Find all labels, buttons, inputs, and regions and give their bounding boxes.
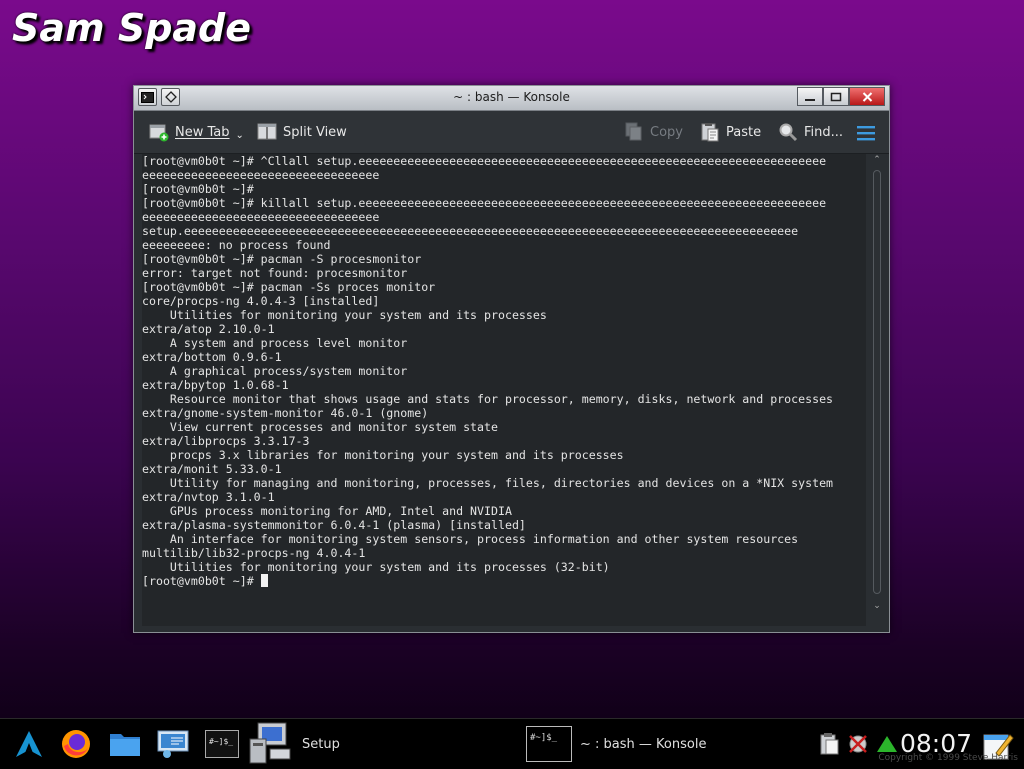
- window-titlebar[interactable]: ~ : bash — Konsole: [134, 86, 889, 111]
- terminal-cursor: [260, 574, 268, 587]
- terminal-line: A graphical process/system monitor: [142, 364, 408, 378]
- split-view-button[interactable]: Split View: [257, 121, 347, 143]
- minimize-button[interactable]: [797, 87, 823, 106]
- konsole-task-label: ~ : bash — Konsole: [580, 736, 707, 752]
- terminal-launcher-icon[interactable]: #~]$_: [205, 725, 239, 763]
- clipboard-icon[interactable]: [818, 725, 840, 763]
- terminal-line: View current processes and monitor syste…: [142, 420, 498, 434]
- terminal-scrollbar[interactable]: ⌃ ⌄: [871, 154, 883, 626]
- terminal-line: extra/nvtop 3.1.0-1: [142, 490, 275, 504]
- terminal-line: extra/gnome-system-monitor 46.0-1 (gnome…: [142, 406, 429, 420]
- copy-button[interactable]: Copy: [624, 121, 683, 143]
- paste-icon: [700, 122, 720, 142]
- terminal-line: [root@vm0b0t ~]# pacman -S procesmonitor: [142, 252, 422, 266]
- konsole-window[interactable]: ~ : bash — Konsole New Tab ⌄ Split View …: [133, 85, 890, 633]
- maximize-button[interactable]: [823, 87, 849, 106]
- terminal-line: Utilities for monitoring your system and…: [142, 560, 610, 574]
- new-tab-icon: [149, 122, 169, 142]
- terminal-line: procps 3.x libraries for monitoring your…: [142, 448, 624, 462]
- taskbar: #~]$_ Setup #~]$_ ~ : bash — Konsole 08:…: [0, 718, 1024, 769]
- copy-label: Copy: [650, 124, 683, 140]
- new-tab-label: New Tab: [175, 124, 230, 140]
- setup-task[interactable]: Setup: [248, 722, 340, 764]
- svg-text:#~]$_: #~]$_: [209, 737, 233, 746]
- terminal-line: [root@vm0b0t ~]# pacman -Ss proces monit…: [142, 280, 436, 294]
- scroll-up-icon[interactable]: ⌃: [871, 154, 883, 166]
- terminal-line: extra/monit 5.33.0-1: [142, 462, 282, 476]
- terminal-line: GPUs process monitoring for AMD, Intel a…: [142, 504, 512, 518]
- terminal-line: [root@vm0b0t ~]# killall setup.eeeeeeeee…: [142, 196, 827, 210]
- setup-computer-icon: [249, 722, 291, 764]
- terminal-line: extra/plasma-systemmonitor 6.0.4-1 (plas…: [142, 518, 526, 532]
- terminal-line: error: target not found: procesmonitor: [142, 266, 408, 280]
- terminal-line: extra/bottom 0.9.6-1: [142, 350, 282, 364]
- firefox-icon[interactable]: [60, 725, 92, 763]
- find-label: Find...: [804, 124, 844, 140]
- terminal-line: extra/atop 2.10.0-1: [142, 322, 275, 336]
- terminal-line: Utility for managing and monitoring, pro…: [142, 476, 834, 490]
- system-settings-icon[interactable]: [157, 725, 189, 763]
- terminal-line: multilib/lib32-procps-ng 4.0.4-1: [142, 546, 366, 560]
- terminal-line: An interface for monitoring system senso…: [142, 532, 799, 546]
- paste-button[interactable]: Paste: [700, 121, 761, 143]
- terminal-line: [root@vm0b0t ~]# ^Cllall setup.eeeeeeeee…: [142, 154, 827, 168]
- terminal-line: core/procps-ng 4.0.4-3 [installed]: [142, 294, 380, 308]
- paste-label: Paste: [726, 124, 762, 140]
- terminal-prompt: [root@vm0b0t ~]#: [142, 574, 261, 588]
- scroll-down-icon[interactable]: ⌄: [871, 600, 883, 612]
- setup-task-label: Setup: [302, 736, 340, 752]
- terminal-line: Resource monitor that shows usage and st…: [142, 392, 834, 406]
- terminal-prompt-line: [root@vm0b0t ~]#: [142, 574, 866, 588]
- find-button[interactable]: Find...: [778, 121, 843, 143]
- terminal-line: eeeeeeeeeeeeeeeeeeeeeeeeeeeeeeeeee: [142, 168, 380, 182]
- scrollbar-track[interactable]: [873, 170, 881, 594]
- search-icon: [778, 122, 798, 142]
- terminal-output[interactable]: [root@vm0b0t ~]# ^Cllall setup.eeeeeeeee…: [142, 154, 866, 626]
- window-title: ~ : bash — Konsole: [453, 90, 570, 104]
- terminal-line: extra/bpytop 1.0.68-1: [142, 378, 289, 392]
- terminal-line: extra/libprocps 3.3.17-3: [142, 434, 310, 448]
- close-button[interactable]: [849, 87, 885, 106]
- terminal-line: setup.eeeeeeeeeeeeeeeeeeeeeeeeeeeeeeeeee…: [142, 224, 799, 238]
- terminal-line: eeeeeeeee: no process found: [142, 238, 331, 252]
- split-view-icon: [257, 122, 277, 142]
- konsole-task[interactable]: #~]$_ ~ : bash — Konsole: [526, 725, 706, 763]
- network-disconnected-icon[interactable]: [846, 725, 870, 763]
- terminal-line: eeeeeeeeeeeeeeeeeeeeeeeeeeeeeeeeee: [142, 210, 380, 224]
- konsole-toolbar: New Tab ⌄ Split View Copy Paste Find...: [134, 111, 889, 154]
- split-view-label: Split View: [283, 124, 347, 140]
- chevron-down-icon[interactable]: ⌄: [236, 130, 244, 141]
- copyright-text: Copyright © 1999 Steve Harris: [878, 753, 1018, 763]
- new-tab-button[interactable]: New Tab ⌄: [149, 121, 244, 143]
- terminal-line: [root@vm0b0t ~]#: [142, 182, 254, 196]
- hamburger-menu-icon[interactable]: [856, 122, 876, 144]
- copy-icon: [624, 122, 644, 142]
- arch-linux-icon[interactable]: [14, 725, 44, 763]
- terminal-line: A system and process level monitor: [142, 336, 408, 350]
- terminal-line: Utilities for monitoring your system and…: [142, 308, 547, 322]
- desktop-title: Sam Spade: [12, 6, 252, 50]
- konsole-task-icon: #~]$_: [526, 726, 572, 762]
- folder-icon[interactable]: [109, 725, 141, 763]
